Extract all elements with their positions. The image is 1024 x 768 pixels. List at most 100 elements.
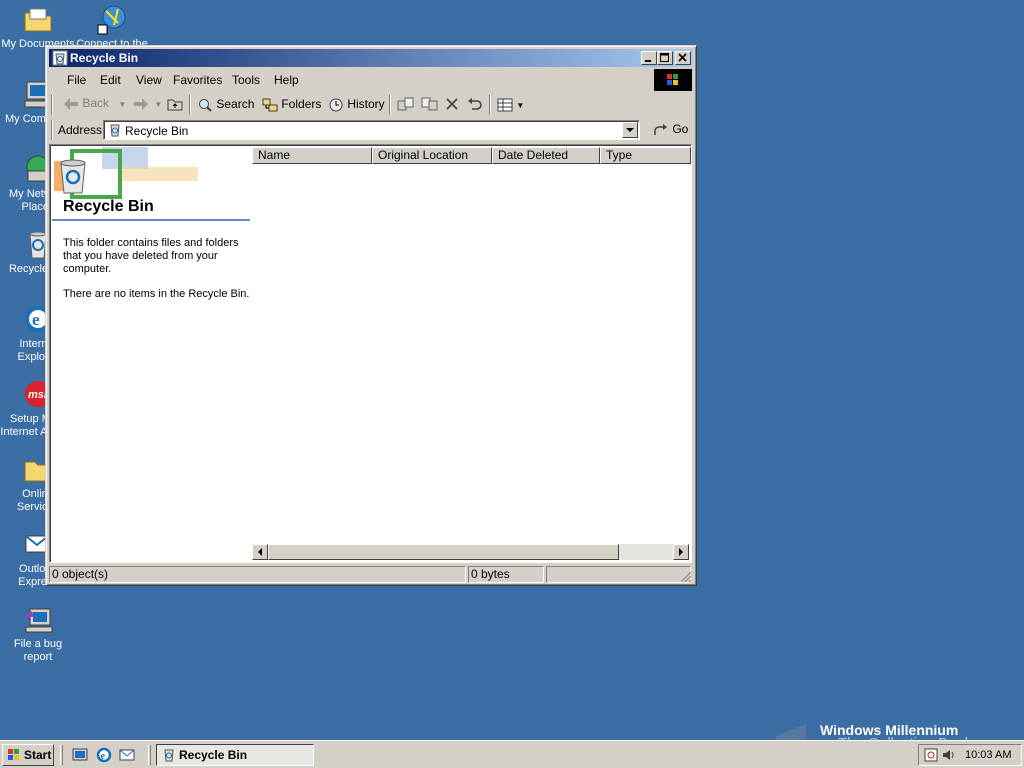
- scrollbar-thumb[interactable]: [268, 544, 619, 560]
- menu-help[interactable]: Help: [274, 73, 299, 87]
- close-button[interactable]: [675, 51, 691, 65]
- windows-flag-icon: [8, 749, 19, 760]
- chevron-down-icon: ▼: [118, 100, 127, 109]
- chevron-down-icon: ▼: [516, 101, 525, 110]
- content-area: Recycle Bin This folder contains files a…: [49, 144, 692, 563]
- chevron-down-icon: [626, 128, 634, 132]
- desktop-icon-file-bug-report[interactable]: File a bug report: [0, 603, 76, 664]
- search-button[interactable]: Search: [197, 97, 254, 112]
- menu-tools[interactable]: Tools: [232, 73, 260, 87]
- recycle-bin-icon: [110, 124, 120, 137]
- desktop-icon-my-documents[interactable]: My Documents: [0, 3, 76, 51]
- folder-documents-icon: [22, 3, 54, 35]
- svg-text:e: e: [32, 310, 40, 329]
- quick-launch-grip: [60, 745, 63, 765]
- move-to-button[interactable]: [397, 97, 415, 114]
- file-list-pane[interactable]: Name Original Location Date Deleted Type: [252, 147, 691, 560]
- maximize-button[interactable]: [657, 51, 673, 65]
- history-button[interactable]: History: [328, 97, 385, 112]
- address-label: Address: [58, 123, 103, 137]
- start-label: Start: [24, 748, 52, 762]
- menu-edit[interactable]: Edit: [100, 73, 121, 87]
- start-button[interactable]: Start: [2, 744, 54, 766]
- pane-description: This folder contains files and folders t…: [63, 237, 239, 275]
- address-input[interactable]: Recycle Bin: [103, 120, 640, 140]
- status-object-count: 0 object(s): [49, 566, 466, 583]
- scheduler-icon[interactable]: [923, 747, 939, 763]
- folders-label: Folders: [281, 97, 322, 111]
- menu-view[interactable]: View: [136, 73, 162, 87]
- column-header-type[interactable]: Type: [600, 147, 691, 164]
- column-header-original-location[interactable]: Original Location: [372, 147, 492, 164]
- menu-bar: File Edit View Favorites Tools Help: [49, 69, 693, 91]
- menu-favorites[interactable]: Favorites: [173, 73, 222, 87]
- scroll-right-button[interactable]: [673, 544, 689, 560]
- delete-button[interactable]: [445, 97, 459, 114]
- pane-empty-message: There are no items in the Recycle Bin.: [63, 288, 250, 300]
- recycle-bin-icon: [52, 50, 68, 66]
- recycle-bin-window[interactable]: Recycle Bin File Edit View Favorites Too…: [45, 45, 697, 586]
- menu-file[interactable]: File: [67, 73, 86, 87]
- volume-icon[interactable]: [941, 747, 957, 763]
- maximize-icon: [660, 53, 669, 62]
- connect-internet-icon: [96, 3, 128, 35]
- go-label: Go: [672, 122, 689, 136]
- web-view-pane: Recycle Bin This folder contains files a…: [52, 147, 252, 560]
- quick-launch-outlook-express[interactable]: [119, 747, 135, 766]
- folders-button[interactable]: Folders: [262, 97, 321, 112]
- close-icon: [678, 53, 687, 62]
- toolbar-grip: [51, 95, 53, 115]
- pane-title-underline: [52, 219, 250, 221]
- column-header-name[interactable]: Name: [252, 147, 372, 164]
- taskbar-button-recycle-bin[interactable]: Recycle Bin: [156, 744, 314, 766]
- minimize-button[interactable]: [641, 51, 657, 65]
- column-header-date-deleted[interactable]: Date Deleted: [492, 147, 600, 164]
- taskbar-grip: [148, 745, 151, 765]
- resize-grip-icon[interactable]: [680, 571, 692, 583]
- delete-icon: [446, 98, 458, 110]
- back-label: Back: [82, 96, 110, 110]
- svg-text:e: e: [101, 751, 106, 762]
- views-button[interactable]: ▼: [497, 97, 524, 112]
- go-button[interactable]: Go: [653, 122, 688, 137]
- system-tray: 10:03 AM: [918, 744, 1022, 766]
- copy-to-icon: [421, 97, 438, 111]
- status-bar: 0 object(s) 0 bytes: [49, 565, 693, 584]
- search-icon: [199, 98, 212, 112]
- chevron-down-icon: ▼: [154, 100, 163, 109]
- history-icon: [329, 98, 343, 112]
- undo-button[interactable]: [467, 97, 483, 114]
- window-title: Recycle Bin: [70, 51, 139, 65]
- taskbar: Start e Recycle Bin 10:03 AM: [0, 740, 1024, 768]
- up-folder-button[interactable]: [167, 97, 183, 114]
- status-size: 0 bytes: [468, 566, 544, 583]
- move-to-icon: [397, 97, 414, 111]
- standard-toolbar: Back ▼ ▼ Search Folders History ▼: [49, 93, 693, 117]
- scroll-left-button[interactable]: [252, 544, 268, 560]
- search-label: Search: [216, 97, 255, 111]
- arrow-left-icon: [258, 548, 262, 556]
- desktop-icon-label: File a bug report: [13, 638, 63, 663]
- back-arrow-icon: [64, 97, 78, 110]
- minimize-icon: [645, 60, 651, 62]
- horizontal-scrollbar[interactable]: [252, 544, 689, 560]
- recycle-bin-icon: [164, 749, 174, 762]
- clock: 10:03 AM: [965, 749, 1012, 761]
- internet-explorer-icon: e: [96, 747, 112, 763]
- status-zone: [546, 566, 691, 583]
- up-folder-icon: [167, 99, 183, 111]
- folders-icon: [262, 98, 278, 112]
- quick-launch-internet-explorer[interactable]: e: [96, 747, 112, 766]
- forward-button[interactable]: ▼: [133, 96, 162, 114]
- title-bar[interactable]: Recycle Bin: [49, 49, 693, 67]
- back-button[interactable]: Back ▼: [63, 96, 126, 114]
- go-arrow-icon: [654, 123, 667, 135]
- taskbar-button-label: Recycle Bin: [179, 748, 248, 762]
- address-dropdown-button[interactable]: [622, 122, 638, 138]
- copy-to-button[interactable]: [421, 97, 439, 114]
- views-icon: [497, 98, 513, 112]
- outlook-express-icon: [119, 749, 135, 761]
- quick-launch-show-desktop[interactable]: [72, 747, 88, 766]
- address-value: Recycle Bin: [125, 124, 189, 138]
- arrow-right-icon: [679, 548, 683, 556]
